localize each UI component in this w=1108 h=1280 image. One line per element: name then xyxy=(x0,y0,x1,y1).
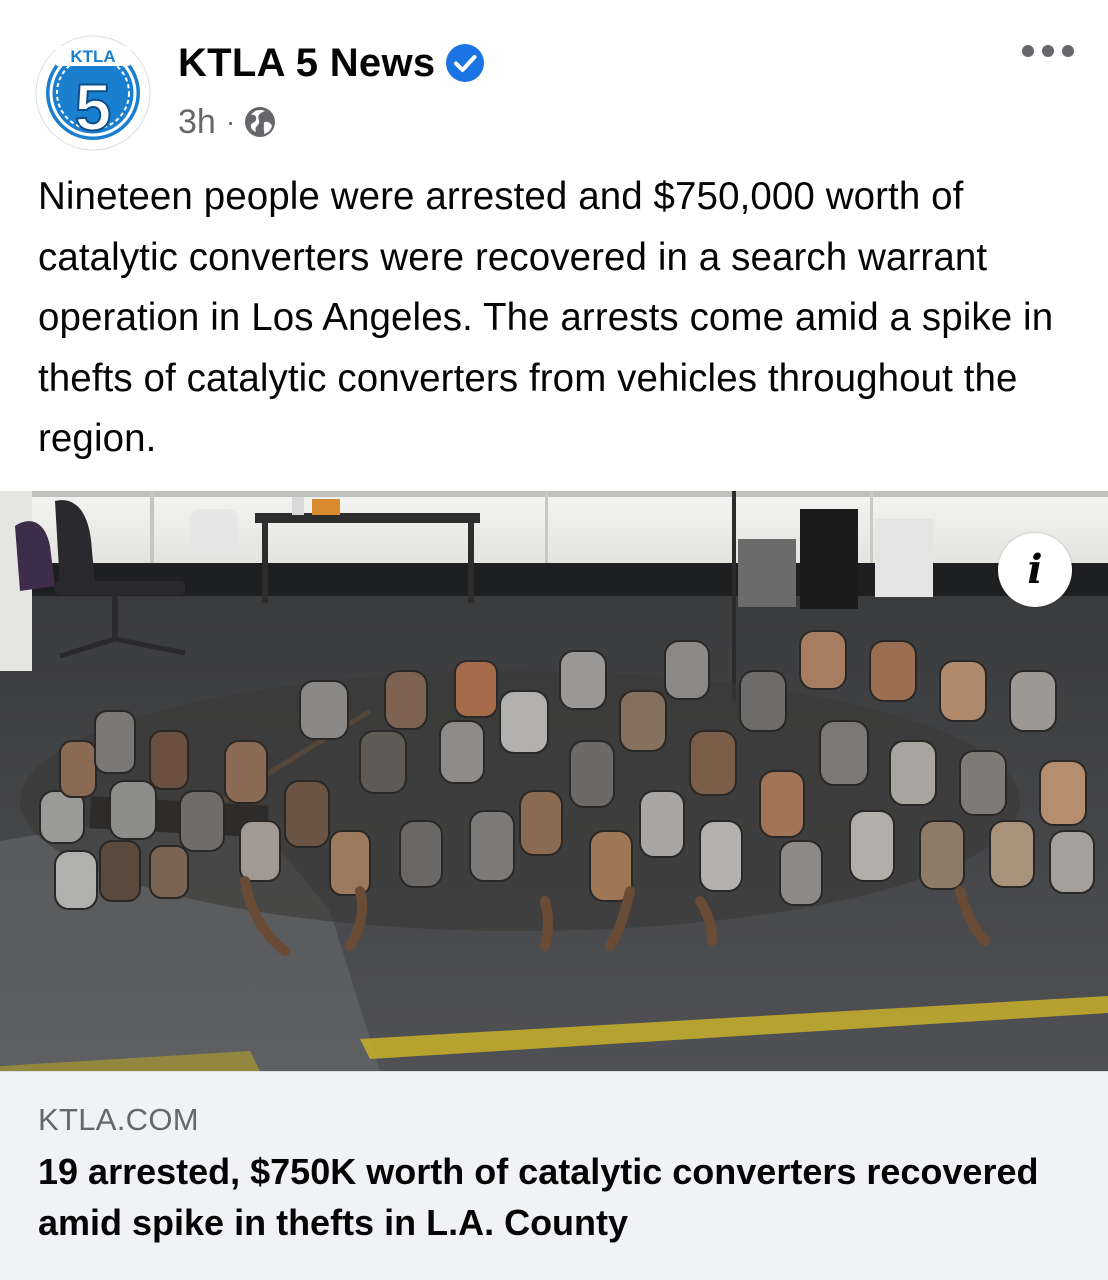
post-header: KTLA 5 KTLA 5 News 3h · xyxy=(0,0,1108,160)
logo-text: KTLA xyxy=(70,47,115,66)
verified-badge-icon xyxy=(446,44,485,82)
post-meta: 3h · xyxy=(178,101,277,143)
page-name[interactable]: KTLA 5 News xyxy=(178,41,435,86)
ktla-logo: KTLA 5 xyxy=(35,35,151,151)
meta-separator: · xyxy=(225,106,236,137)
photo-info-button[interactable]: i xyxy=(998,533,1072,607)
page-name-row: KTLA 5 News xyxy=(178,40,485,86)
post-timestamp[interactable]: 3h xyxy=(178,103,216,142)
more-options-icon[interactable] xyxy=(1018,36,1078,66)
link-headline[interactable]: 19 arrested, $750K worth of catalytic co… xyxy=(38,1146,1078,1248)
post-photo[interactable]: i xyxy=(0,491,1108,1071)
info-icon: i xyxy=(1027,546,1043,593)
logo-number: 5 xyxy=(75,70,112,144)
link-domain: KTLA.COM xyxy=(38,1102,199,1137)
post-text: Nineteen people were arrested and $750,0… xyxy=(38,175,1054,460)
catalytic-converters-photo xyxy=(0,491,1108,1071)
page-avatar[interactable]: KTLA 5 xyxy=(34,34,152,152)
globe-icon[interactable] xyxy=(243,105,277,139)
